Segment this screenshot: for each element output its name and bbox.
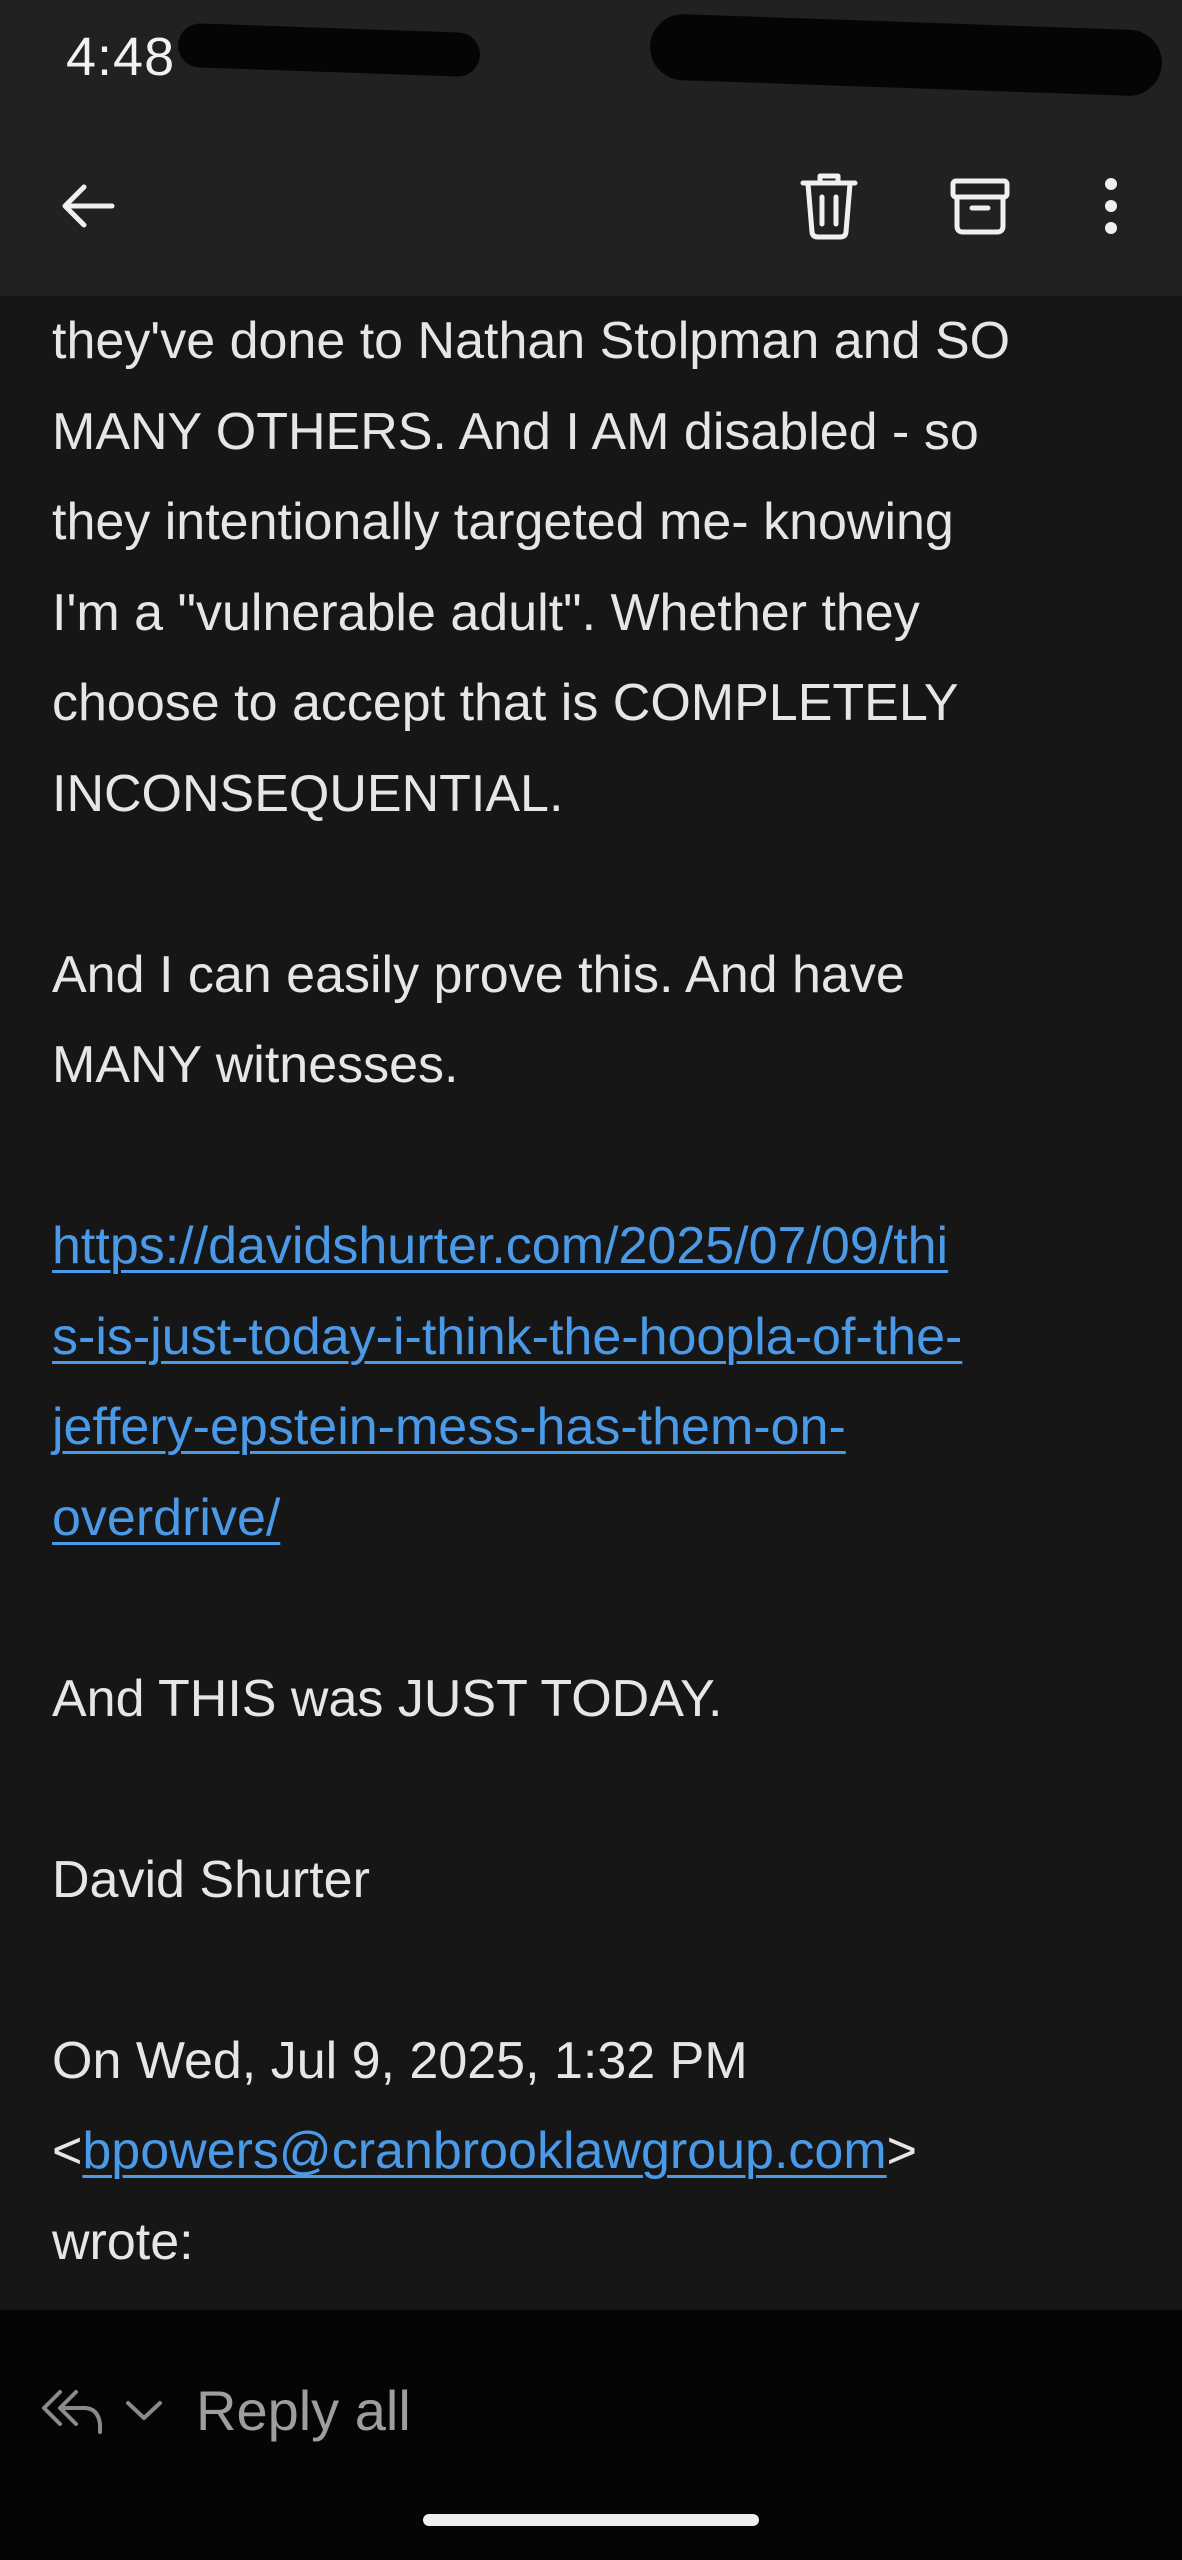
quote-header: On Wed, Jul 9, 2025, 1:32 PM	[52, 2031, 748, 2090]
article-link[interactable]: jeffery-epstein-mess-has-them-on-	[52, 1398, 846, 1456]
body-line: MANY OTHERS. And I AM disabled - so	[52, 402, 979, 461]
redaction-mark-left	[177, 22, 481, 78]
url-link-line: https://davidshurter.com/2025/07/09/thi	[52, 1201, 1132, 1292]
signature: David Shurter	[52, 1850, 370, 1909]
body-line: And I can easily prove this. And have	[52, 945, 905, 1004]
url-link-line: s-is-just-today-i-think-the-hoopla-of-th…	[52, 1292, 1132, 1383]
url-link-line: overdrive/	[52, 1473, 1132, 1564]
delete-button[interactable]	[779, 156, 879, 256]
body-line: choose to accept that is COMPLETELY	[52, 674, 959, 732]
more-vertical-icon	[1105, 178, 1117, 234]
status-time: 4:48	[66, 27, 176, 87]
quote-wrote: wrote:	[52, 2212, 194, 2271]
angle-close: >	[886, 2122, 918, 2180]
back-button[interactable]	[38, 156, 138, 256]
message-body: they've done to Nathan Stolpman and SO M…	[0, 296, 1182, 2310]
reply-bar: Reply all	[0, 2310, 1182, 2560]
angle-open: <	[52, 2122, 83, 2180]
url-link-line: jeffery-epstein-mess-has-them-on-	[52, 1382, 1132, 1473]
body-line: they've done to Nathan Stolpman and SO	[52, 312, 1011, 370]
body-line: And THIS was JUST TODAY.	[52, 1669, 723, 1728]
home-indicator[interactable]	[423, 2514, 759, 2526]
body-line: I'm a "vulnerable adult". Whether they	[52, 583, 920, 642]
sender-email-link[interactable]: bpowers@cranbrooklawgroup.com	[82, 2122, 886, 2180]
message-text: they've done to Nathan Stolpman and SO M…	[52, 296, 1132, 2287]
body-line: INCONSEQUENTIAL.	[52, 764, 564, 823]
reply-all-icon	[42, 2390, 102, 2434]
article-link[interactable]: https://davidshurter.com/2025/07/09/thi	[52, 1217, 948, 1275]
reply-all-label: Reply all	[196, 2378, 411, 2442]
article-link[interactable]: overdrive/	[52, 1489, 280, 1547]
more-options-button[interactable]	[1063, 156, 1159, 256]
body-line: MANY witnesses.	[52, 1036, 459, 1094]
quote-sender-line: <bpowers@cranbrooklawgroup.com>	[52, 2106, 1132, 2197]
chevron-down-icon[interactable]	[122, 2395, 166, 2425]
article-link[interactable]: s-is-just-today-i-think-the-hoopla-of-th…	[52, 1308, 962, 1366]
reply-all-button[interactable]: Reply all	[40, 2340, 411, 2480]
message-toolbar	[0, 118, 1182, 296]
arrow-left-icon	[62, 184, 115, 228]
status-bar: 4:48	[0, 0, 1182, 118]
archive-icon	[950, 178, 1010, 235]
redaction-mark-right	[649, 13, 1163, 97]
archive-button[interactable]	[930, 156, 1030, 256]
body-line: they intentionally targeted me- knowing	[52, 493, 954, 551]
trash-icon	[800, 173, 858, 240]
